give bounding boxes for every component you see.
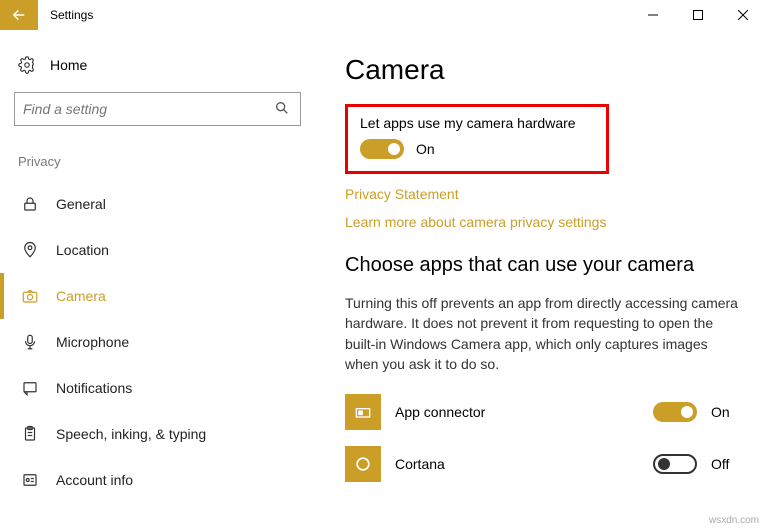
back-button[interactable]	[0, 0, 38, 30]
sidebar-item-general[interactable]: General	[14, 181, 301, 227]
lock-icon	[20, 194, 40, 214]
home-label: Home	[50, 57, 87, 73]
cortana-toggle[interactable]	[653, 454, 697, 474]
account-icon	[20, 470, 40, 490]
search-box[interactable]	[14, 92, 301, 126]
choose-apps-description: Turning this off prevents an app from di…	[345, 293, 739, 374]
camera-icon	[20, 286, 40, 306]
toggle-caption: Let apps use my camera hardware	[360, 115, 594, 131]
watermark: wsxdn.com	[709, 515, 759, 526]
app-name-label: App connector	[395, 404, 639, 420]
close-button[interactable]	[720, 0, 765, 30]
sidebar-item-label: General	[56, 196, 106, 212]
app-toggle-state: Off	[711, 456, 739, 472]
sidebar-item-label: Speech, inking, & typing	[56, 426, 206, 442]
sidebar-item-account[interactable]: Account info	[14, 457, 301, 503]
microphone-icon	[20, 332, 40, 352]
search-icon	[274, 100, 292, 118]
camera-hardware-toggle[interactable]	[360, 139, 404, 159]
choose-apps-heading: Choose apps that can use your camera	[345, 254, 739, 277]
sidebar-item-camera[interactable]: Camera	[14, 273, 301, 319]
app-row-cortana: Cortana Off	[345, 446, 739, 482]
app-name-label: Cortana	[395, 456, 639, 472]
sidebar-item-label: Notifications	[56, 380, 132, 396]
search-input[interactable]	[23, 101, 274, 117]
sidebar-item-location[interactable]: Location	[14, 227, 301, 273]
titlebar-spacer	[93, 0, 630, 30]
app-toggle-state: On	[711, 404, 739, 420]
sidebar-item-label: Account info	[56, 472, 133, 488]
sidebar-item-notifications[interactable]: Notifications	[14, 365, 301, 411]
sidebar-item-microphone[interactable]: Microphone	[14, 319, 301, 365]
toggle-state-label: On	[416, 141, 435, 157]
highlight-box: Let apps use my camera hardware On	[345, 104, 609, 174]
notification-icon	[20, 378, 40, 398]
sidebar-item-label: Location	[56, 242, 109, 258]
app-connector-toggle[interactable]	[653, 402, 697, 422]
privacy-statement-link[interactable]: Privacy Statement	[345, 186, 739, 202]
maximize-button[interactable]	[675, 0, 720, 30]
location-icon	[20, 240, 40, 260]
window-title: Settings	[38, 0, 93, 30]
clipboard-icon	[20, 424, 40, 444]
sidebar-item-label: Camera	[56, 288, 106, 304]
sidebar-item-speech[interactable]: Speech, inking, & typing	[14, 411, 301, 457]
cortana-icon	[345, 446, 381, 482]
app-connector-icon	[345, 394, 381, 430]
page-title: Camera	[345, 54, 739, 86]
learn-more-link[interactable]: Learn more about camera privacy settings	[345, 214, 739, 230]
minimize-button[interactable]	[630, 0, 675, 30]
sidebar-item-label: Microphone	[56, 334, 129, 350]
app-row-app-connector: App connector On	[345, 394, 739, 430]
gear-icon	[18, 56, 36, 74]
home-link[interactable]: Home	[14, 48, 301, 92]
sidebar-section-label: Privacy	[14, 154, 301, 169]
